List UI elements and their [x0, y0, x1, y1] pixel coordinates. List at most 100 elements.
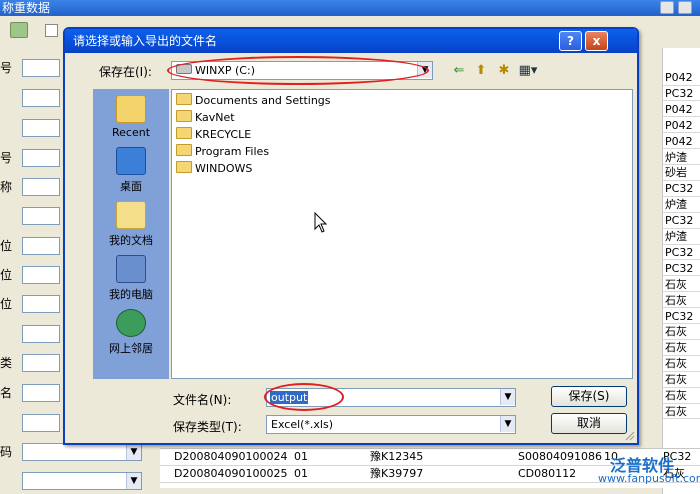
computer-icon: [116, 255, 146, 283]
recent-icon: [116, 95, 146, 123]
grid-cell[interactable]: P042: [663, 134, 700, 150]
chevron-down-icon[interactable]: ▼: [500, 416, 515, 432]
grid-cell[interactable]: PC32: [663, 245, 700, 261]
back-icon[interactable]: ⇐: [451, 63, 467, 79]
folder-icon: [176, 93, 192, 105]
field-input[interactable]: [22, 59, 60, 77]
field-label: 位: [0, 297, 13, 311]
field-input[interactable]: [22, 266, 60, 284]
filetype-select[interactable]: Excel(*.xls) ▼: [266, 415, 516, 434]
field-input[interactable]: [22, 325, 60, 343]
documents-icon: [116, 201, 146, 229]
place-network[interactable]: 网上邻居: [93, 309, 169, 356]
grid-cell[interactable]: 石灰: [663, 388, 700, 404]
field-input[interactable]: [22, 384, 60, 402]
row-id: D200804090100024: [174, 450, 288, 463]
list-item[interactable]: Documents and Settings: [176, 93, 331, 109]
toolbar-checkbox[interactable]: [45, 24, 58, 37]
dialog-title: 请选择或输入导出的文件名: [65, 29, 637, 53]
chevron-down-icon[interactable]: ▼: [126, 473, 141, 489]
chevron-down-icon[interactable]: ▼: [500, 389, 515, 405]
maximize-icon[interactable]: [678, 1, 692, 14]
field-combo[interactable]: ▼: [22, 443, 142, 461]
field-label: 名: [0, 386, 13, 400]
row-no: 01: [294, 450, 308, 463]
field-input[interactable]: [22, 119, 60, 137]
highlight-ellipse: [167, 56, 429, 85]
grid-cell[interactable]: PC32: [663, 213, 700, 229]
field-input[interactable]: [22, 149, 60, 167]
save-button[interactable]: 保存(S): [551, 386, 627, 407]
row-code: S00804091086: [518, 450, 602, 463]
save-in-label: 保存在(I):: [99, 65, 152, 79]
close-button[interactable]: x: [585, 31, 608, 51]
highlight-ellipse: [264, 383, 344, 411]
minimize-icon[interactable]: [660, 1, 674, 14]
folder-icon: [176, 110, 192, 122]
row-plate: 豫K12345: [370, 450, 424, 463]
desktop-icon: [116, 147, 146, 175]
field-label: 码: [0, 445, 13, 459]
field-input[interactable]: [22, 354, 60, 372]
grid-cell[interactable]: 石灰: [663, 324, 700, 340]
grid-cell[interactable]: 炉渣: [663, 197, 700, 213]
new-folder-icon[interactable]: ✱: [495, 63, 513, 79]
watermark-url: www.fanpusoft.com: [598, 472, 700, 485]
background-window-title: 称重数据: [0, 0, 700, 16]
place-recent[interactable]: Recent: [93, 95, 169, 139]
row-code: CD080112: [518, 467, 577, 480]
view-menu-icon[interactable]: ▦▾: [517, 63, 539, 79]
field-input[interactable]: [22, 178, 60, 196]
field-label: 号: [0, 61, 13, 75]
place-desktop[interactable]: 桌面: [93, 147, 169, 194]
field-label: 位: [0, 239, 13, 253]
list-item[interactable]: WINDOWS: [176, 161, 252, 177]
grid-cell[interactable]: 砂岩: [663, 165, 700, 181]
grid-cell[interactable]: 炉渣: [663, 150, 700, 165]
folder-icon: [176, 127, 192, 139]
file-list[interactable]: Documents and Settings KavNet KRECYCLE P…: [171, 89, 633, 379]
folder-icon: [176, 161, 192, 173]
help-button[interactable]: ?: [559, 31, 582, 51]
field-label: 称: [0, 180, 13, 194]
grid-cell[interactable]: PC32: [663, 261, 700, 277]
row-id: D200804090100025: [174, 467, 288, 480]
grid-cell[interactable]: 炉渣: [663, 229, 700, 245]
field-input[interactable]: [22, 89, 60, 107]
field-input[interactable]: [22, 295, 60, 313]
list-item[interactable]: KRECYCLE: [176, 127, 251, 143]
network-icon: [116, 309, 146, 337]
grid-cell[interactable]: PC32: [663, 86, 700, 102]
grid-cell[interactable]: 石灰: [663, 340, 700, 356]
field-combo[interactable]: ▼: [22, 472, 142, 490]
mouse-cursor-icon: [314, 212, 328, 233]
grid-cell[interactable]: 石灰: [663, 293, 700, 309]
grid-cell[interactable]: PC32: [663, 309, 700, 324]
grid-cell[interactable]: 石灰: [663, 404, 700, 420]
export-icon[interactable]: [10, 22, 28, 38]
folder-icon: [176, 144, 192, 156]
grid-cell[interactable]: 石灰: [663, 372, 700, 388]
grid-cell[interactable]: P042: [663, 70, 700, 86]
grid-cell[interactable]: PC32: [663, 181, 700, 197]
up-folder-icon[interactable]: ⬆: [473, 63, 489, 79]
row-plate: 豫K39797: [370, 467, 424, 480]
chevron-down-icon[interactable]: ▼: [126, 444, 141, 460]
cancel-button[interactable]: 取消: [551, 413, 627, 434]
background-grid: P042 PC32 P042 P042 P042 炉渣 砂岩 PC32 炉渣 PC32 炉渣 PC32…: [662, 48, 700, 494]
grid-cell[interactable]: P042: [663, 118, 700, 134]
field-input[interactable]: [22, 207, 60, 225]
field-input[interactable]: [22, 237, 60, 255]
filename-label: 文件名(N):: [173, 393, 232, 407]
place-my-computer[interactable]: 我的电脑: [93, 255, 169, 302]
field-label: 类: [0, 356, 13, 370]
list-item[interactable]: KavNet: [176, 110, 235, 126]
resize-grip-icon[interactable]: [623, 429, 635, 441]
place-documents[interactable]: 我的文档: [93, 201, 169, 248]
grid-cell[interactable]: 石灰: [663, 356, 700, 372]
field-label: 号: [0, 151, 13, 165]
list-item[interactable]: Program Files: [176, 144, 269, 160]
grid-cell[interactable]: 石灰: [663, 277, 700, 293]
field-input[interactable]: [22, 414, 60, 432]
grid-cell[interactable]: P042: [663, 102, 700, 118]
